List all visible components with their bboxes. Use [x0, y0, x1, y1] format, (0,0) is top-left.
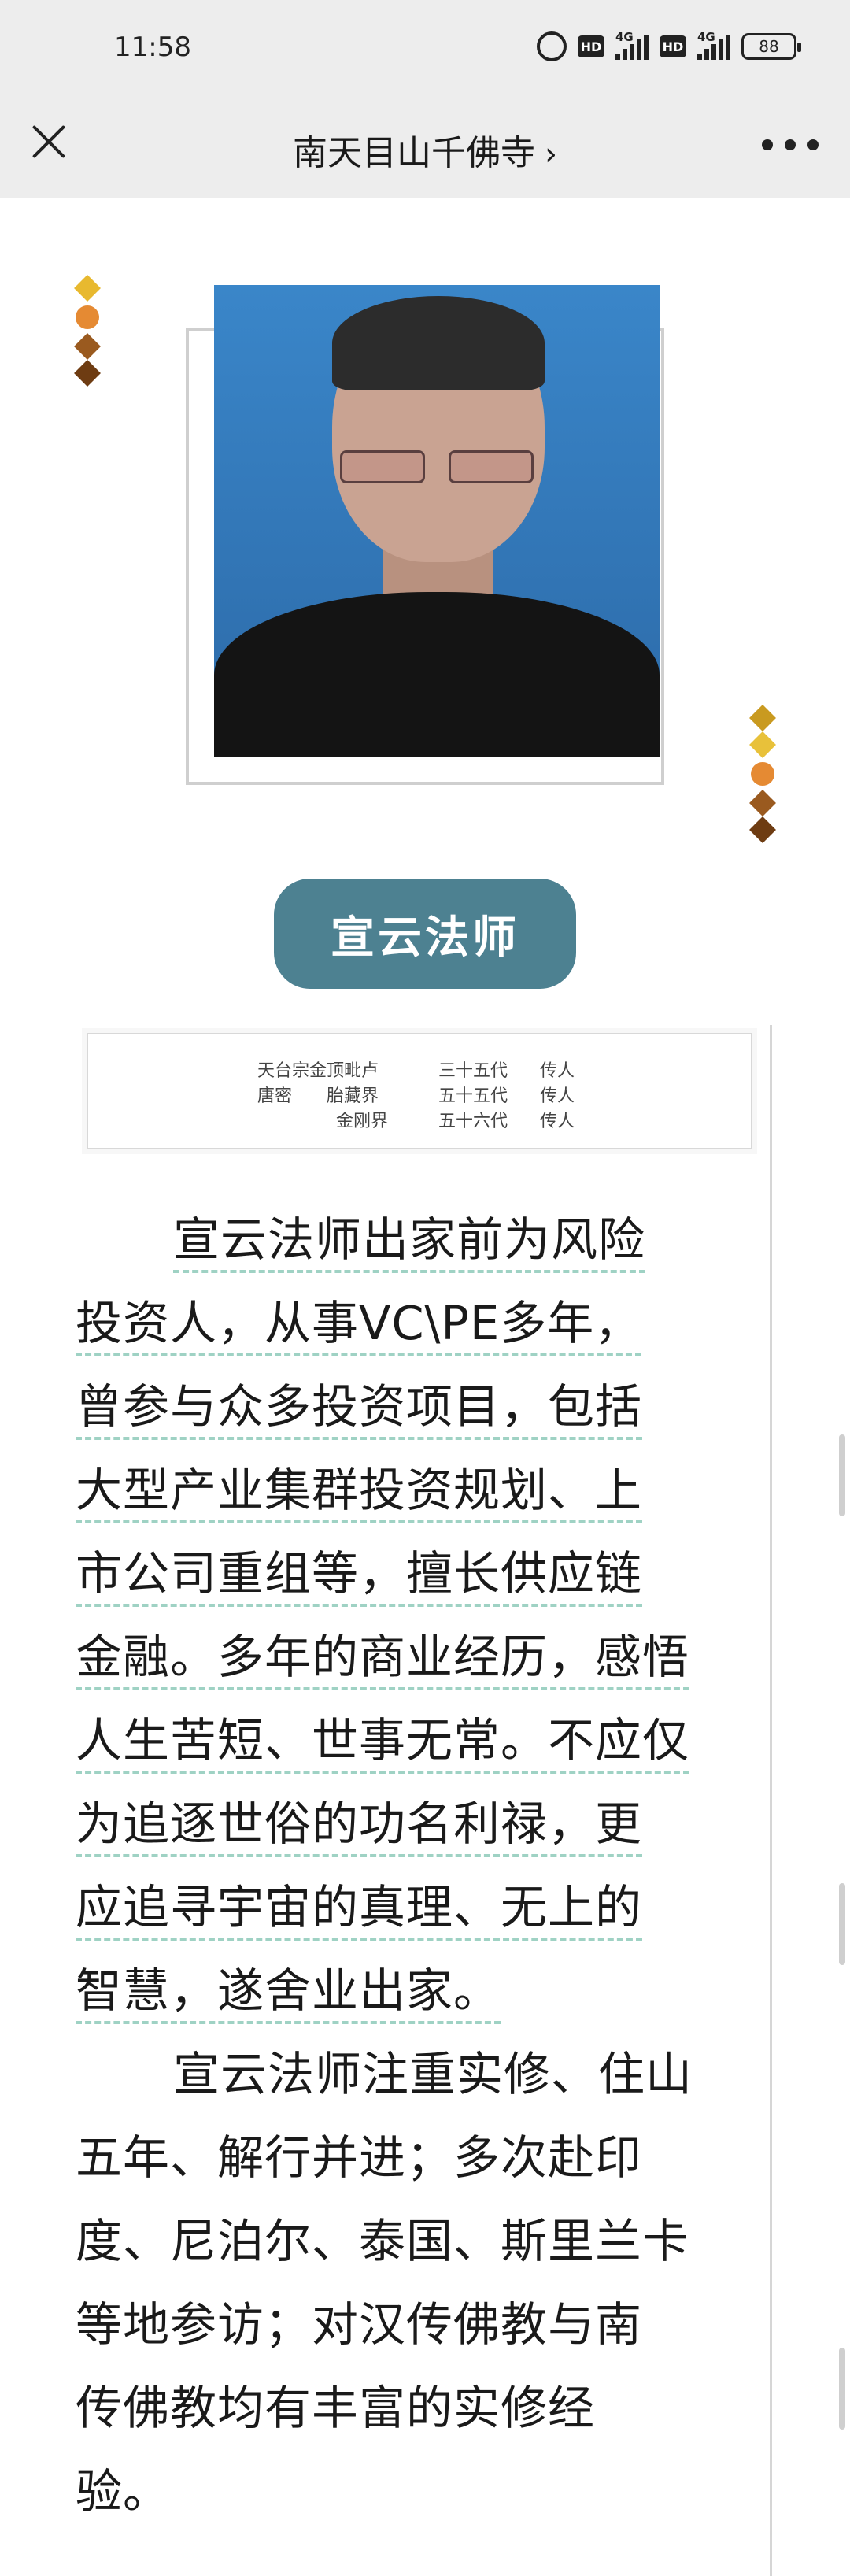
status-bar: 11:58 HD 4G HD 4G 88 [0, 0, 850, 94]
nav-bar: 南天目山千佛寺 › [0, 94, 850, 198]
text-line: 宣云法师注重实修、住山 [173, 2047, 693, 2101]
hd-icon: HD [660, 35, 686, 57]
name-badge: 宣云法师 [274, 879, 576, 989]
status-time: 11:58 [114, 31, 191, 63]
status-icons: HD 4G HD 4G 88 [537, 30, 801, 61]
scroll-indicator[interactable] [839, 2348, 845, 2430]
text-line: 大型产业集群投资规划、上 [76, 1449, 760, 1532]
page-title[interactable]: 南天目山千佛寺 › [0, 124, 850, 175]
alarm-icon [537, 31, 567, 61]
signal-icon: 4G [697, 30, 730, 60]
text-line: 智慧，遂舍业出家。 [76, 1949, 760, 2033]
hd-icon: HD [578, 35, 604, 57]
signal-icon: 4G [615, 30, 649, 60]
text-line: 五年、解行并进；多次赴印 [76, 2130, 643, 2185]
diamond-decoration-bottom [749, 705, 776, 843]
scroll-indicator[interactable] [839, 1434, 845, 1516]
text-line: 投资人，从事VC\PE多年， [76, 1282, 760, 1365]
chevron-right-icon: › [545, 136, 557, 172]
battery-icon: 88 [741, 33, 801, 60]
text-line: 度、尼泊尔、泰国、斯里兰卡 [76, 2214, 690, 2268]
scroll-indicator[interactable] [839, 1883, 845, 1965]
page-title-text: 南天目山千佛寺 [293, 133, 535, 173]
network-label: 4G [615, 30, 634, 44]
text-line: 曾参与众多投资项目，包括 [76, 1365, 760, 1449]
text-line: 等地参访；对汉传佛教与南 [76, 2297, 643, 2352]
text-line: 传佛教均有丰富的实修经 [76, 2381, 596, 2435]
diamond-decoration-top [74, 275, 101, 387]
text-line: 市公司重组等，擅长供应链 [76, 1532, 760, 1616]
text-line: 为追逐世俗的功名利禄，更 [76, 1782, 760, 1866]
vertical-divider [770, 1025, 772, 2576]
text-line: 金融。多年的商业经历，感悟 [76, 1616, 760, 1699]
text-line: 宣云法师出家前为风险 [76, 1198, 760, 1282]
lineage-box: 天台宗金顶毗卢 三十五代 传人 唐密 胎藏界 五十五代 传人 金刚界 五十六代 … [87, 1033, 752, 1149]
more-icon[interactable] [762, 129, 819, 161]
text-line: 验。 [76, 2464, 171, 2519]
article-content: 宣云法师 天台宗金顶毗卢 三十五代 传人 唐密 胎藏界 五十五代 传人 金刚界 … [0, 198, 850, 2576]
network-label: 4G [697, 30, 715, 44]
text-line: 人生苦短、世事无常。不应仅 [76, 1699, 760, 1782]
portrait-photo [214, 285, 660, 757]
article-body: 宣云法师出家前为风险 投资人，从事VC\PE多年， 曾参与众多投资项目，包括 大… [76, 1198, 760, 2533]
text-line: 应追寻宇宙的真理、无上的 [76, 1866, 760, 1949]
